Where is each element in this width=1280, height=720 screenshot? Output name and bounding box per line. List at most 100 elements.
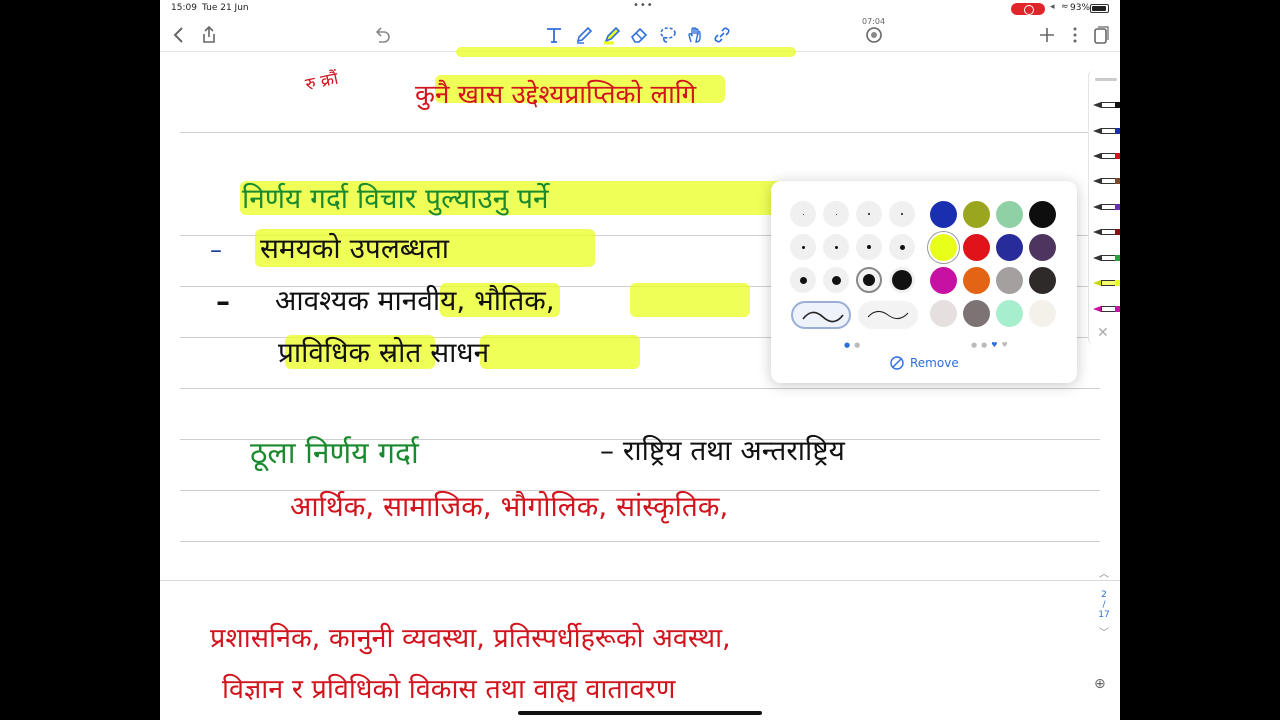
stroke-size-option[interactable] [889, 201, 915, 227]
status-date: Tue 21 Jun [202, 3, 249, 13]
color-swatch[interactable] [963, 234, 990, 261]
stroke-size-option[interactable] [889, 267, 915, 293]
color-swatch[interactable] [996, 267, 1023, 294]
pen-brown[interactable] [1093, 176, 1120, 186]
ruled-line [180, 541, 1100, 542]
stroke-size-option[interactable] [823, 234, 849, 260]
zoom-icon[interactable]: ⊕ [1094, 676, 1106, 692]
pen-red[interactable] [1093, 151, 1120, 161]
eraser-tool-icon[interactable] [628, 24, 650, 46]
hand-tool-icon[interactable] [684, 24, 706, 46]
handwritten-heading: निर्णय गर्दा विचार पुल्याउनु पर्ने [242, 182, 549, 215]
color-swatch[interactable] [996, 201, 1023, 228]
stroke-style-pressure[interactable] [858, 301, 918, 329]
color-swatch[interactable] [1029, 201, 1056, 228]
pen-black[interactable] [1093, 100, 1120, 110]
ruled-line [180, 132, 1100, 133]
pen-settings-popover: ●● ●●♥♥ Remove [771, 181, 1077, 383]
stroke-size-option[interactable] [889, 234, 915, 260]
pen-blue[interactable] [1093, 126, 1120, 136]
handwritten-heading: ठूला निर्णय गर्दा [250, 436, 419, 471]
stroke-size-option-selected[interactable] [856, 267, 882, 293]
color-swatch[interactable] [963, 300, 990, 327]
color-swatch[interactable] [930, 201, 957, 228]
wifi-icon: ≈ [1061, 2, 1069, 12]
highlight-stroke [630, 283, 750, 317]
page-divider [160, 580, 1120, 581]
chevron-up-icon[interactable]: ︿ [1094, 565, 1114, 580]
highlighter-tool-icon[interactable] [601, 24, 623, 46]
highlight-stroke [480, 335, 640, 369]
color-swatch[interactable] [1029, 234, 1056, 261]
pages-icon[interactable] [1089, 24, 1111, 46]
color-swatch[interactable] [963, 201, 990, 228]
remove-label: Remove [910, 356, 959, 370]
color-swatch[interactable] [996, 234, 1023, 261]
more-icon[interactable] [1064, 24, 1086, 46]
pen-tool-icon[interactable] [573, 24, 595, 46]
handwritten-text: प्रशासनिक, कानुनी व्यवस्था, प्रतिस्पर्धी… [210, 623, 731, 654]
color-swatch[interactable] [930, 234, 957, 261]
handwritten-text: आवश्यक मानवीय, भौतिक, [275, 284, 555, 317]
page-navigator[interactable]: ︿ 2 / 17 ﹀ [1094, 565, 1114, 665]
remove-icon [890, 356, 904, 370]
link-tool-icon[interactable] [711, 24, 733, 46]
highlighter-magenta[interactable] [1093, 304, 1120, 314]
handwritten-text: समयको उपलब्धता [260, 232, 450, 265]
remove-button[interactable]: Remove [890, 356, 959, 370]
handwritten-text: विज्ञान र प्रविधिको विकास तथा वाह्य वाता… [222, 674, 676, 705]
pen-dark-red[interactable] [1093, 227, 1120, 237]
share-icon[interactable] [198, 24, 220, 46]
screen-recording-icon[interactable] [1011, 3, 1045, 15]
undo-icon[interactable] [371, 24, 393, 46]
stroke-size-option[interactable] [856, 234, 882, 260]
stroke-size-option[interactable] [823, 267, 849, 293]
handwritten-text: आर्थिक, सामाजिक, भौगोलिक, सांस्कृतिक, [290, 490, 729, 523]
stroke-size-option[interactable] [790, 267, 816, 293]
pen-purple[interactable] [1093, 202, 1120, 212]
color-swatch[interactable] [996, 300, 1023, 327]
color-swatch[interactable] [1029, 300, 1056, 327]
stroke-style-smooth[interactable] [791, 301, 851, 329]
multitasking-dots-icon[interactable]: ••• [633, 0, 654, 11]
stroke-size-option[interactable] [856, 201, 882, 227]
stroke-size-option[interactable] [790, 234, 816, 260]
ruled-line [180, 388, 1100, 389]
color-swatch[interactable] [930, 300, 957, 327]
bullet-marker: – [210, 236, 222, 264]
pen-tray[interactable]: ✕ [1088, 70, 1120, 345]
handwritten-text: प्राविधिक स्रोत साधन [278, 336, 490, 369]
status-time: 15:09 [171, 3, 197, 13]
lasso-tool-icon[interactable] [657, 24, 679, 46]
stroke-size-option[interactable] [790, 201, 816, 227]
status-bar: 15:09 Tue 21 Jun ••• ◂ ≈ 93% [160, 0, 1120, 18]
page-total: 17 [1098, 610, 1110, 620]
highlight-stroke [456, 47, 796, 57]
palette-page-indicator: ●●♥♥ [971, 341, 1012, 349]
page-indicator: ●● [844, 341, 865, 349]
color-swatch[interactable] [963, 267, 990, 294]
stroke-size-option[interactable] [823, 201, 849, 227]
location-icon: ◂ [1050, 2, 1055, 12]
page-current: 2 [1101, 590, 1107, 600]
close-icon[interactable]: ✕ [1097, 325, 1109, 341]
color-swatch[interactable] [1029, 267, 1056, 294]
handwritten-text: कुनै खास उद्देश्यप्राप्तिको लागि [415, 80, 697, 110]
bullet-marker: – [216, 285, 230, 318]
pen-green[interactable] [1093, 253, 1120, 263]
color-swatch[interactable] [930, 267, 957, 294]
chevron-left-icon[interactable] [168, 24, 190, 46]
home-indicator[interactable] [518, 711, 762, 715]
battery-icon [1090, 4, 1109, 13]
chevron-down-icon[interactable]: ﹀ [1094, 624, 1114, 639]
handwritten-text: रु क्रौं [303, 68, 341, 96]
battery-percentage: 93% [1070, 3, 1091, 13]
highlighter-yellow[interactable] [1093, 278, 1120, 288]
tray-handle[interactable] [1095, 78, 1117, 81]
page-separator: / [1102, 600, 1106, 610]
plus-icon[interactable] [1036, 24, 1058, 46]
handwritten-text: – राष्ट्रिय तथा अन्तराष्ट्रिय [600, 434, 845, 467]
notebook-page[interactable]: रु क्रौं कुनै खास उद्देश्यप्राप्तिको लाग… [160, 47, 1120, 720]
text-tool-icon[interactable] [543, 24, 565, 46]
record-audio-icon[interactable] [863, 24, 885, 46]
